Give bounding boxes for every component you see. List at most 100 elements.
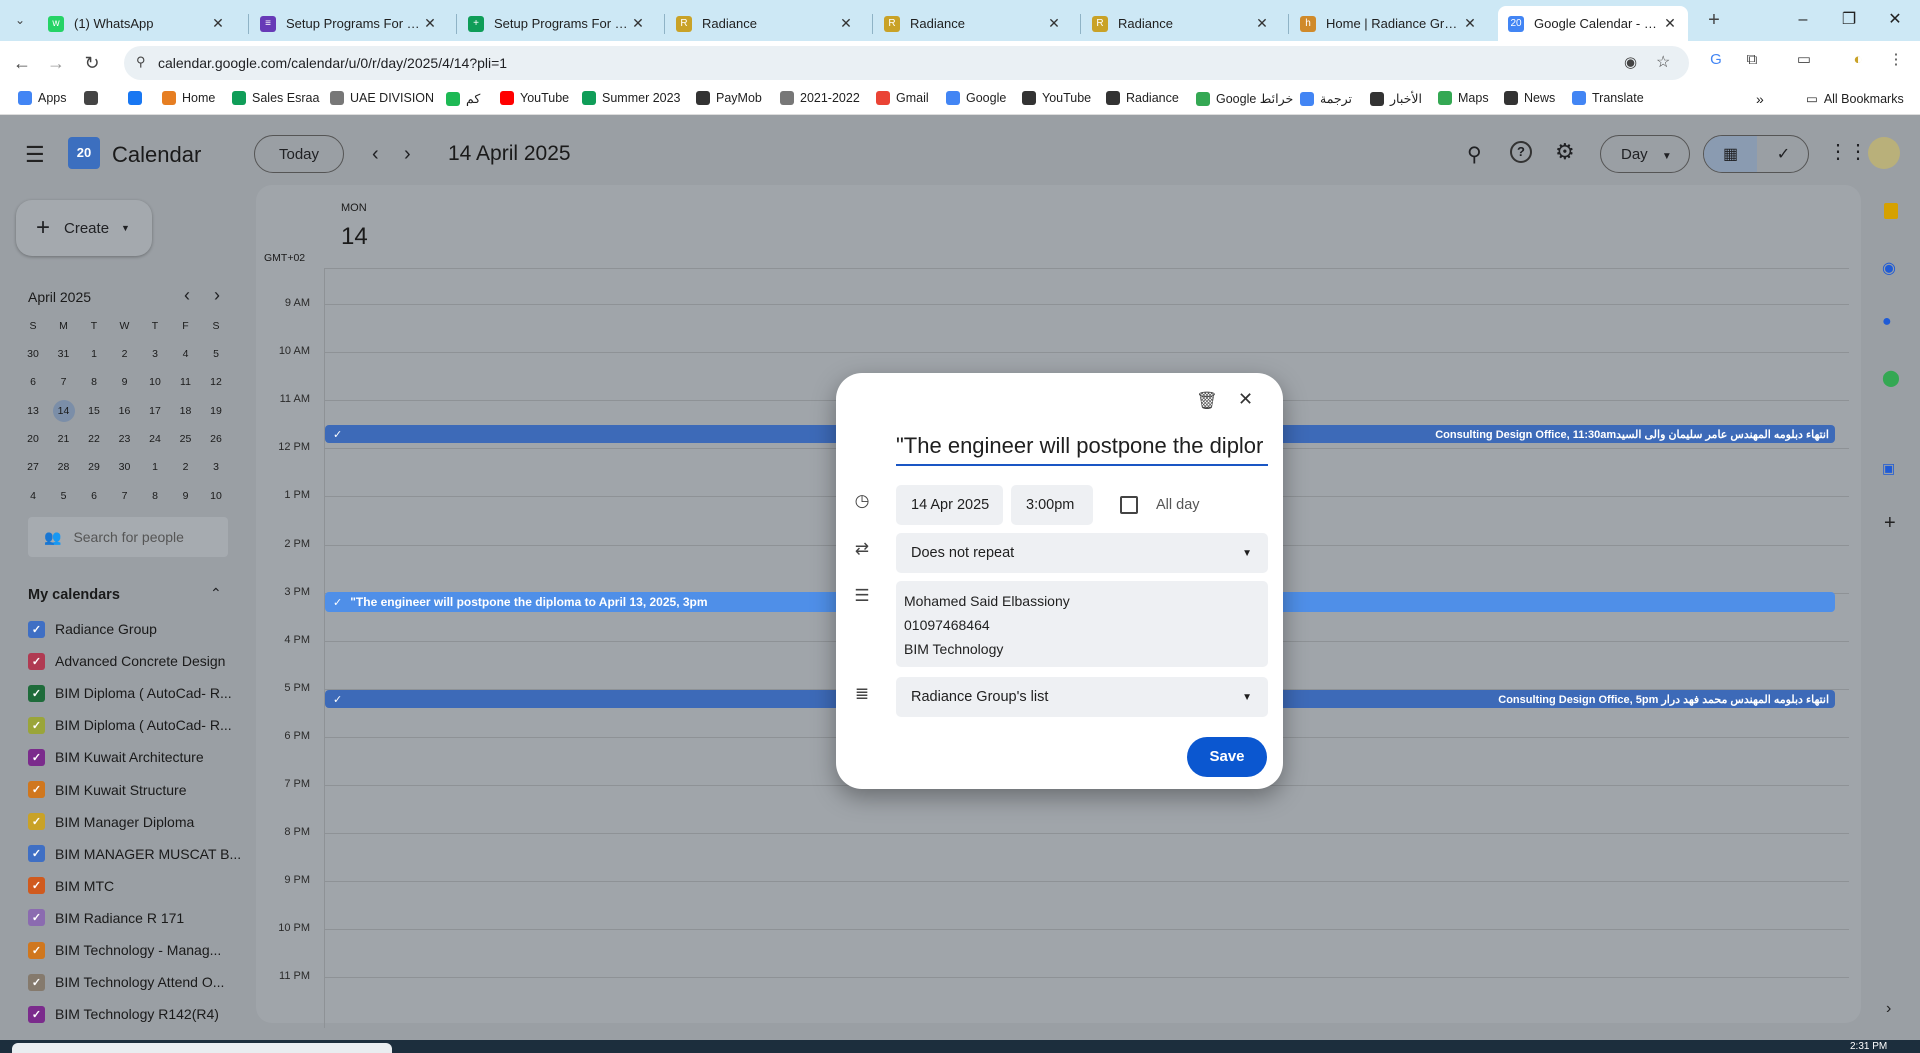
google-apps-icon[interactable]: ⋮⋮	[1828, 139, 1868, 164]
bookmark-item[interactable]	[84, 91, 104, 105]
my-calendars-title[interactable]: My calendars	[28, 587, 120, 603]
mini-month-day[interactable]: 11	[173, 371, 199, 393]
calendar-list-item[interactable]: ✓ BIM Kuwait Structure	[28, 777, 187, 803]
calendar-checkbox[interactable]: ✓	[28, 781, 45, 798]
bookmark-item[interactable]: YouTube	[500, 91, 569, 105]
reading-list-icon[interactable]: ▭	[1794, 50, 1814, 70]
mini-month-day[interactable]: 5	[203, 343, 229, 365]
mini-month-day[interactable]: 23	[112, 428, 138, 450]
search-people-input[interactable]: 👥 Search for people	[28, 517, 228, 557]
mini-month-day[interactable]: 4	[20, 485, 46, 507]
bookmark-item[interactable]: كم	[446, 91, 480, 106]
bookmark-item[interactable]: Gmail	[876, 91, 929, 105]
calendar-list-item[interactable]: ✓ BIM Technology Attend O...	[28, 969, 224, 995]
repeat-select[interactable]: Does not repeat ▼	[896, 533, 1268, 573]
mini-month-day[interactable]: 13	[20, 400, 46, 422]
contacts-icon[interactable]: ●	[1882, 313, 1892, 331]
view-selector[interactable]: Day ▼	[1600, 135, 1690, 173]
tab-close-icon[interactable]: ✕	[630, 15, 646, 32]
mini-month-day[interactable]: 27	[20, 456, 46, 478]
mini-month-day[interactable]: 14	[52, 399, 75, 422]
calendar-checkbox[interactable]: ✓	[28, 684, 45, 702]
address-bar[interactable]: ⚲ calendar.google.com/calendar/u/0/r/day…	[124, 46, 1689, 80]
mini-month-day[interactable]: 10	[203, 485, 229, 507]
calendar-list-item[interactable]: ✓ BIM Diploma ( AutoCad- R...	[28, 712, 232, 738]
mini-month-day[interactable]: 26	[203, 428, 229, 450]
forward-icon[interactable]: →	[44, 51, 68, 75]
tasks-view-icon[interactable]: ✓	[1757, 136, 1808, 172]
mini-month-day[interactable]: 30	[20, 343, 46, 365]
mini-month-day[interactable]: 7	[112, 485, 138, 507]
calendar-checkbox[interactable]: ✓	[28, 877, 45, 895]
browser-tab[interactable]: 20 Google Calendar - Monda✕	[1498, 6, 1688, 41]
mini-month-day[interactable]: 7	[51, 371, 77, 393]
bookmark-item[interactable]: الأخبار	[1370, 91, 1422, 106]
bookmark-item[interactable]: Home	[162, 91, 215, 105]
site-info-icon[interactable]: ⚲	[136, 54, 146, 70]
add-addon-icon[interactable]: +	[1884, 512, 1896, 535]
extensions-icon[interactable]: ⧉	[1742, 50, 1762, 70]
browser-tab[interactable]: R Radiance ✕	[1082, 6, 1280, 41]
mini-month-day[interactable]: 8	[142, 485, 168, 507]
calendar-list-item[interactable]: ✓ BIM Manager Diploma	[28, 809, 194, 835]
calendar-checkbox[interactable]: ✓	[28, 973, 45, 991]
bookmark-item[interactable]: YouTube	[1022, 91, 1091, 105]
browser-tab[interactable]: h Home | Radiance Group ✕	[1290, 6, 1488, 41]
mini-month-day[interactable]: 3	[142, 343, 168, 365]
settings-gear-icon[interactable]: ⚙	[1555, 139, 1575, 165]
day-number[interactable]: 14	[341, 223, 368, 251]
description-field[interactable]: Mohamed Said Elbassiony 01097468464 BIM …	[896, 581, 1268, 667]
reload-icon[interactable]: ↻	[80, 51, 104, 75]
calendar-list-item[interactable]: ✓ BIM Kuwait Architecture	[28, 744, 204, 770]
maps-icon[interactable]: ⬤	[1882, 368, 1900, 388]
tab-close-icon[interactable]: ✕	[422, 15, 438, 32]
mini-month-day[interactable]: 6	[81, 485, 107, 507]
mini-month-day[interactable]: 12	[203, 371, 229, 393]
calendar-list-item[interactable]: ✓ Advanced Concrete Design	[28, 648, 225, 674]
task-list-select[interactable]: Radiance Group's list ▼	[896, 677, 1268, 717]
calendar-list-item[interactable]: ✓ Radiance Group	[28, 616, 157, 642]
mini-month-day[interactable]: 9	[112, 371, 138, 393]
all-bookmarks-link[interactable]: ▭ All Bookmarks	[1806, 91, 1904, 107]
calendar-list-item[interactable]: ✓ BIM Technology R142(R4)	[28, 1001, 219, 1027]
mini-month-day[interactable]: 5	[51, 485, 77, 507]
bookmarks-overflow-icon[interactable]: »	[1756, 91, 1764, 107]
mini-month-day[interactable]: 17	[142, 400, 168, 422]
mini-month-day[interactable]: 10	[142, 371, 168, 393]
collapse-chevron-icon[interactable]: ⌃	[210, 585, 222, 602]
mini-month-day[interactable]: 16	[112, 400, 138, 422]
calendar-list-item[interactable]: ✓ BIM Radiance R 171	[28, 905, 184, 931]
tracking-eye-icon[interactable]: ◉	[1624, 53, 1637, 71]
mini-month-day[interactable]: 3	[203, 456, 229, 478]
bookmark-item[interactable]: PayMob	[696, 91, 762, 105]
browser-tab[interactable]: w (1) WhatsApp ✕	[38, 6, 236, 41]
profile-avatar-icon[interactable]: ◐	[1848, 50, 1868, 70]
search-icon[interactable]: ⚲	[1467, 142, 1482, 167]
bookmark-item[interactable]: Google خرائط	[1196, 91, 1293, 106]
bookmark-item[interactable]: Radiance	[1106, 91, 1179, 105]
mini-month-day[interactable]: 2	[112, 343, 138, 365]
bookmark-item[interactable]: Summer 2023	[582, 91, 681, 105]
side-panel-expand-icon[interactable]: ›	[1886, 1000, 1891, 1018]
mini-month-day[interactable]: 4	[173, 343, 199, 365]
minimize-button[interactable]: –	[1780, 8, 1826, 32]
browser-menu-icon[interactable]: ⋮	[1886, 50, 1906, 70]
mini-month-day[interactable]: 30	[112, 456, 138, 478]
calendar-checkbox[interactable]: ✓	[28, 1005, 45, 1023]
tab-close-icon[interactable]: ✕	[210, 15, 226, 32]
bookmark-item[interactable]: Maps	[1438, 91, 1489, 105]
mini-month-day[interactable]: 25	[173, 428, 199, 450]
calendar-list-item[interactable]: ✓ BIM MTC	[28, 873, 114, 899]
browser-tab[interactable]: R Radiance ✕	[666, 6, 864, 41]
mini-month-day[interactable]: 1	[142, 456, 168, 478]
mini-month-day[interactable]: 24	[142, 428, 168, 450]
calendar-list-item[interactable]: ✓ BIM MANAGER MUSCAT B...	[28, 841, 241, 867]
calendar-checkbox[interactable]: ✓	[28, 909, 45, 927]
bookmark-item[interactable]: Sales Esraa	[232, 91, 319, 105]
calendar-list-item[interactable]: ✓ BIM Diploma ( AutoCad- R...	[28, 680, 232, 706]
calendar-checkbox[interactable]: ✓	[28, 716, 45, 734]
mini-month-day[interactable]: 9	[173, 485, 199, 507]
calendar-checkbox[interactable]: ✓	[28, 845, 45, 863]
mini-month-day[interactable]: 21	[51, 428, 77, 450]
mini-month-day[interactable]: 22	[81, 428, 107, 450]
